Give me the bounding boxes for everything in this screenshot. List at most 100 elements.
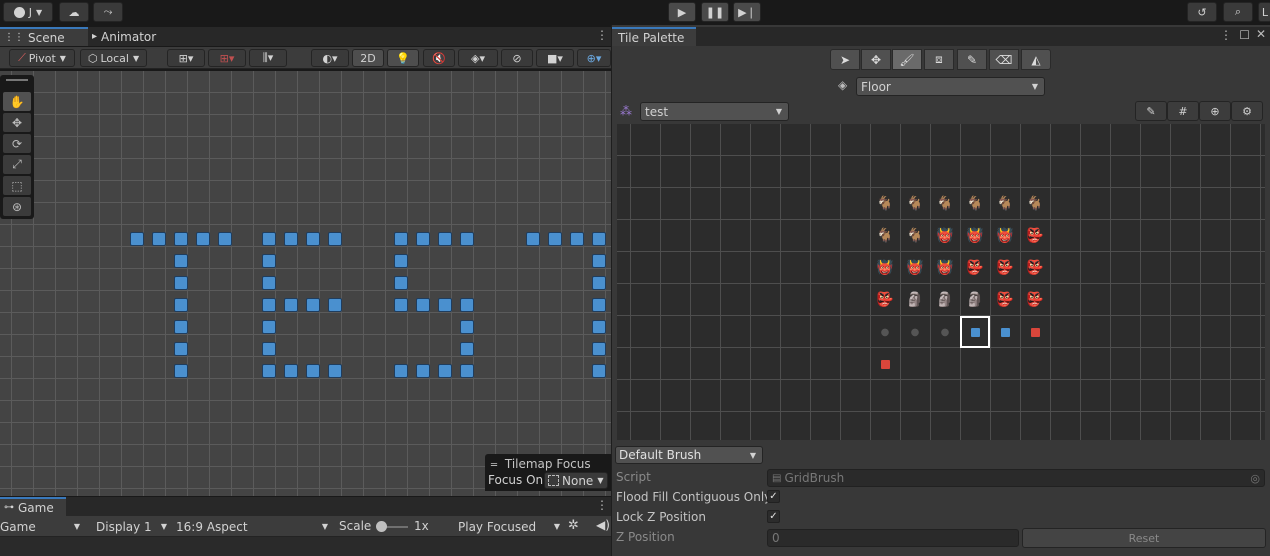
edit-palette-button[interactable]: ✎ (1135, 101, 1167, 121)
speaker-icon[interactable]: ◀) (596, 518, 610, 532)
play-mode-dropdown[interactable]: Play Focused ▼ (452, 518, 564, 535)
scene-tile (460, 320, 474, 334)
palette-tile-goblin[interactable]: 👺 (990, 252, 1020, 284)
palette-tile-golem[interactable]: 🗿 (930, 284, 960, 316)
palette-tile-dog[interactable]: 🐐 (1020, 188, 1050, 220)
focus-on-dropdown[interactable]: None ▼ (544, 472, 608, 489)
palette-tile-crab[interactable]: 👹 (990, 220, 1020, 252)
palette-tile-bomb[interactable]: ● (870, 316, 900, 348)
scale-slider-handle[interactable] (376, 521, 387, 532)
palette-tile-goblin[interactable]: 👺 (990, 284, 1020, 316)
palette-tile-dog[interactable]: 🐐 (960, 188, 990, 220)
cloud-button[interactable]: ☁ (59, 2, 89, 22)
lighting-toggle[interactable]: 💡 (387, 49, 419, 67)
tab-game[interactable]: ⊶ Game (0, 497, 66, 516)
shading-mode-button[interactable]: ◐▾ (311, 49, 349, 67)
scene-view[interactable] (0, 71, 611, 496)
drag-handle-icon[interactable]: ═ (491, 460, 497, 471)
tab-menu-icon[interactable]: ⋮ (1220, 28, 1232, 42)
select-tool[interactable]: ➤ (830, 49, 860, 70)
aspect-dropdown[interactable]: 16:9 Aspect ▼ (172, 518, 332, 535)
palette-tile-goblin[interactable]: 👺 (1020, 284, 1050, 316)
palette-tile-goblin[interactable]: 👺 (1020, 252, 1050, 284)
palette-tile-bomb[interactable]: ● (900, 316, 930, 348)
collab-button[interactable]: ⤳ (93, 2, 123, 22)
audio-toggle[interactable]: 🔇 (423, 49, 455, 67)
palette-tile-dog[interactable]: 🐐 (870, 188, 900, 220)
close-icon[interactable]: ✕ (1256, 27, 1266, 41)
palette-grid[interactable]: 🐐 🐐 🐐 🐐 🐐 🐐 🐐 🐐 👹 👹 👹 👺 👹 👹 👹 👺 👺 👺 👺 🗿 🗿 🗿 👺 👺 ● ● ● (617, 124, 1265, 440)
eraser-tool[interactable]: ⌫ (989, 49, 1019, 70)
box-fill-tool[interactable]: ⧈ (924, 49, 954, 70)
pause-button[interactable]: ❚❚ (701, 2, 729, 22)
palette-tile-dog[interactable]: 🐐 (900, 188, 930, 220)
increment-snap-button[interactable]: ⊞▾ (208, 49, 246, 67)
move-tool[interactable]: ✥ (861, 49, 891, 70)
palette-tile-golem[interactable]: 🗿 (900, 284, 930, 316)
lock-z-checkbox[interactable]: ✓ (767, 510, 780, 523)
bug-icon[interactable]: ✲ (568, 518, 579, 533)
tab-tile-palette[interactable]: Tile Palette (612, 27, 696, 46)
gizmos-dropdown[interactable]: ⊕▾ (577, 49, 611, 67)
rotate-tool[interactable]: ⟳ (3, 134, 31, 153)
palette-tile-golem[interactable]: 🗿 (960, 284, 990, 316)
picker-tool[interactable]: ✎ (957, 49, 987, 70)
hidden-objects-toggle[interactable]: ⊘ (501, 49, 533, 67)
camera-dropdown[interactable]: ■▾ (536, 49, 574, 67)
palette-tile-bomb[interactable]: ● (930, 316, 960, 348)
move-tool[interactable]: ✥ (3, 113, 31, 132)
palette-tile-red[interactable] (1020, 316, 1050, 348)
palette-tile-crab[interactable]: 👹 (870, 252, 900, 284)
paint-tool[interactable]: 🖌 (892, 49, 922, 70)
palette-tile-crabhat[interactable]: 👺 (960, 252, 990, 284)
palette-tile-crabhat[interactable]: 👺 (1020, 220, 1050, 252)
palette-tile-crab[interactable]: 👹 (930, 252, 960, 284)
grid-toggle-button[interactable]: # (1167, 101, 1199, 121)
palette-tile-dog[interactable]: 🐐 (990, 188, 1020, 220)
pivot-dropdown[interactable]: ⟋ Pivot ▼ (9, 49, 75, 67)
account-dropdown[interactable]: J ▼ (3, 2, 53, 22)
palette-tile-dog[interactable]: 🐐 (900, 220, 930, 252)
bomb-sprite-icon: ● (880, 326, 890, 338)
palette-tile-selected[interactable] (960, 316, 990, 348)
maximize-icon[interactable]: ☐ (1239, 28, 1250, 42)
game-view-dropdown[interactable]: Game ▼ (0, 518, 84, 535)
effects-dropdown[interactable]: ◈▾ (458, 49, 498, 67)
target-icon[interactable]: ◎ (1250, 472, 1260, 485)
tab-menu-icon[interactable]: ⋮ (596, 498, 608, 512)
rect-tool[interactable]: ⬚ (3, 176, 31, 195)
tab-menu-icon[interactable]: ⋮ (596, 28, 608, 42)
local-dropdown[interactable]: ⬡ Local ▼ (80, 49, 147, 67)
history-button[interactable]: ↺ (1187, 2, 1217, 22)
flood-fill-checkbox[interactable]: ✓ (767, 490, 780, 503)
brush-dropdown[interactable]: Default Brush ▼ (615, 446, 763, 464)
grid-snap-button[interactable]: ⊞▾ (167, 49, 205, 67)
palette-tile-crab[interactable]: 👹 (960, 220, 990, 252)
palette-dropdown[interactable]: test ▼ (640, 102, 789, 121)
palette-tile-crab[interactable]: 👹 (930, 220, 960, 252)
fill-tool[interactable]: ◭ (1021, 49, 1051, 70)
active-tilemap-dropdown[interactable]: Floor ▼ (856, 77, 1045, 96)
overlay-drag-handle[interactable] (6, 79, 28, 81)
palette-tile-dog[interactable]: 🐐 (870, 220, 900, 252)
play-button[interactable]: ▶ (668, 2, 696, 22)
tab-scene[interactable]: ⋮⋮ Scene (0, 27, 88, 46)
palette-tile-crab[interactable]: 👹 (900, 252, 930, 284)
palette-tile-dog[interactable]: 🐐 (930, 188, 960, 220)
layers-dropdown[interactable]: L (1258, 2, 1270, 22)
search-button[interactable]: ⌕ (1223, 2, 1253, 22)
palette-settings-button[interactable]: ⚙ (1231, 101, 1263, 121)
palette-tile-goblin[interactable]: 👺 (870, 284, 900, 316)
hand-tool[interactable]: ✋ (3, 92, 31, 111)
display-dropdown[interactable]: Display 1 ▼ (90, 518, 170, 535)
gizmo-toggle-button[interactable]: ⊕ (1199, 101, 1231, 121)
grid-visibility-button[interactable]: ⫼▾ (249, 49, 287, 67)
transform-tool[interactable]: ⊛ (3, 197, 31, 216)
scene-tile (174, 232, 188, 246)
palette-tile-red[interactable] (870, 348, 900, 380)
palette-tile-blue[interactable] (990, 316, 1020, 348)
tab-animator[interactable]: ▸ Animator (88, 27, 158, 46)
2d-toggle[interactable]: 2D (352, 49, 384, 67)
step-button[interactable]: ▶❘ (733, 2, 761, 22)
scale-tool[interactable]: ⤢ (3, 155, 31, 174)
